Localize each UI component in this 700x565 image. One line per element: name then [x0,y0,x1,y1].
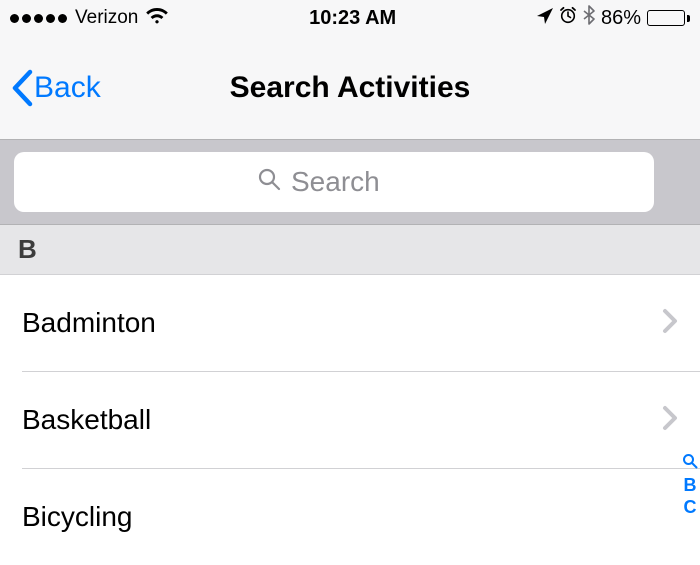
section-letter: B [18,234,37,265]
battery-icon [647,10,690,26]
section-header: B [0,225,700,275]
list-item-label: Basketball [22,404,151,436]
back-label: Back [34,71,101,105]
index-letter[interactable]: B [684,475,697,495]
search-icon [257,166,281,198]
navigation-bar: Back Search Activities [0,36,700,140]
location-icon [537,7,553,30]
list-item-label: Bicycling [22,501,132,533]
page-title: Search Activities [0,71,700,105]
search-bar [0,140,700,225]
list-item-label: Badminton [22,307,156,339]
search-input[interactable] [291,166,411,198]
carrier-label: Verizon [75,7,138,29]
battery-percent: 86% [601,7,641,30]
status-right: 86% [537,5,690,31]
search-field[interactable] [14,152,654,212]
list-item[interactable]: Badminton [0,275,700,371]
list-item[interactable]: Basketball [0,372,700,468]
alarm-icon [559,6,577,30]
back-button[interactable]: Back [0,69,101,107]
clock-time: 10:23 AM [309,7,396,30]
wifi-icon [146,7,168,30]
chevron-right-icon [662,308,678,339]
chevron-right-icon [662,405,678,436]
index-letter[interactable]: C [684,497,697,517]
list-item[interactable]: Bicycling [0,469,700,565]
status-bar: Verizon 10:23 AM 86% [0,0,700,36]
signal-strength-icon [10,14,67,23]
chevron-left-icon [10,69,34,107]
index-search-icon[interactable] [682,453,698,473]
activities-list: Badminton Basketball Bicycling [0,275,700,565]
section-index[interactable]: B C [682,453,698,517]
bluetooth-icon [583,5,595,31]
status-left: Verizon [10,7,168,30]
